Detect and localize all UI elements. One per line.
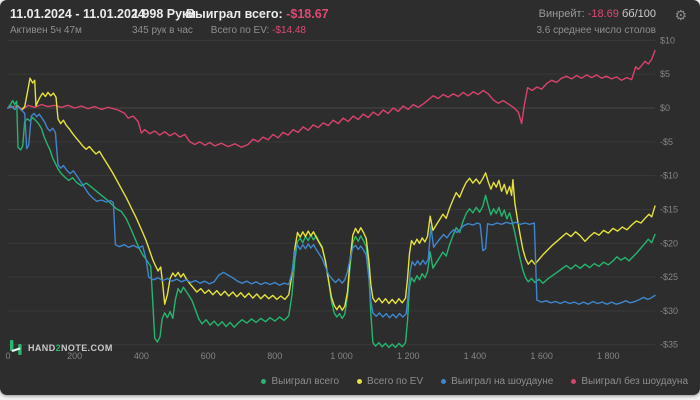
legend-item-won-total[interactable]: Выиграл всего (261, 376, 339, 387)
active-time: Активен 5ч 47м (10, 25, 82, 36)
y-axis-label: $0 (660, 103, 670, 113)
legend-dot-ev-total (357, 379, 363, 384)
y-axis-label: -$15 (660, 204, 678, 214)
legend-label-won-showdown: Выиграл на шоудауне (451, 376, 554, 387)
date-range-block: 11.01.2024 - 11.01.2024 Активен 5ч 47м (10, 7, 145, 38)
legend-label-won-total: Выиграл всего (271, 376, 340, 387)
hand2note-session-graph-window: $10 $5 $0 -$5 -$10 -$15 -$20 -$25 -$30 -$35 0 200 40… (0, 0, 700, 395)
chart-plot-area[interactable] (8, 36, 655, 352)
winnings-block: Выиграл всего: -$18.67 Всего по EV: -$14… (186, 7, 329, 38)
y-axis-label: -$5 (660, 137, 673, 147)
x-axis-label: 600 (201, 351, 216, 361)
winrate-value: -18.69 (587, 8, 619, 20)
legend-label-ev-total: Всего по EV (367, 376, 424, 387)
ev-total-label: Всего по EV: (210, 25, 270, 36)
session-stats-header: 11.01.2024 - 11.01.2024 Активен 5ч 47м 1… (0, 0, 700, 42)
x-axis-label: 1 600 (530, 351, 553, 361)
legend-dot-won-no-showdown (571, 379, 577, 384)
avg-tables: 3.6 среднее число столов (536, 25, 656, 36)
y-axis-label: -$25 (660, 272, 678, 282)
x-axis-label: 400 (134, 351, 149, 361)
legend-dot-won-showdown (441, 379, 447, 384)
won-total-value: -$18.67 (286, 7, 329, 21)
legend-label-won-no-showdown: Выиграл без шоудауна (581, 376, 688, 387)
x-axis-label: 800 (267, 351, 282, 361)
y-axis-label: -$20 (660, 238, 678, 248)
ev-total-value: -$14.48 (272, 25, 306, 36)
hand2note-logo[interactable]: HAND2NOTE.COM (9, 340, 113, 355)
y-axis-label: -$30 (660, 306, 678, 316)
chart-legend: Выиграл всего Всего по EV Выиграл на шоуда… (261, 376, 688, 387)
legend-dot-won-total (261, 379, 267, 384)
winrate-block: Винрейт: -18.69 бб/100 3.6 среднее число… (536, 7, 656, 38)
won-total-label: Выиграл всего: (186, 7, 283, 21)
legend-item-ev-total[interactable]: Всего по EV (357, 376, 423, 387)
hand2note-logo-text: HAND2NOTE.COM (28, 342, 113, 353)
won-total-line: Выиграл всего: -$18.67 (186, 7, 329, 22)
x-axis-label: 1 200 (397, 351, 420, 361)
x-axis-label: 1 400 (464, 351, 487, 361)
y-axis-label: $5 (660, 69, 670, 79)
settings-gear-icon[interactable]: ⚙ (674, 8, 687, 22)
hand2note-logo-icon (10, 340, 22, 355)
legend-item-won-no-showdown[interactable]: Выиграл без шоудауна (571, 376, 688, 387)
winrate-unit: бб/100 (621, 8, 656, 20)
winrate-label: Винрейт: (538, 8, 585, 20)
y-axis-label: -$35 (660, 340, 678, 350)
winnings-graph: $10$5$0-$5-$10-$15-$20-$25-$30-$350 200 40… (5, 35, 678, 361)
x-axis-label: 1 000 (330, 351, 353, 361)
date-range: 11.01.2024 - 11.01.2024 (10, 7, 145, 21)
ev-total-line: Всего по EV: -$14.48 (186, 23, 306, 38)
y-axis-label: -$10 (660, 171, 678, 181)
x-axis-label: 1 800 (597, 351, 620, 361)
legend-item-won-showdown[interactable]: Выиграл на шоудауне (441, 376, 553, 387)
winrate-line: Винрейт: -18.69 бб/100 (536, 7, 656, 22)
